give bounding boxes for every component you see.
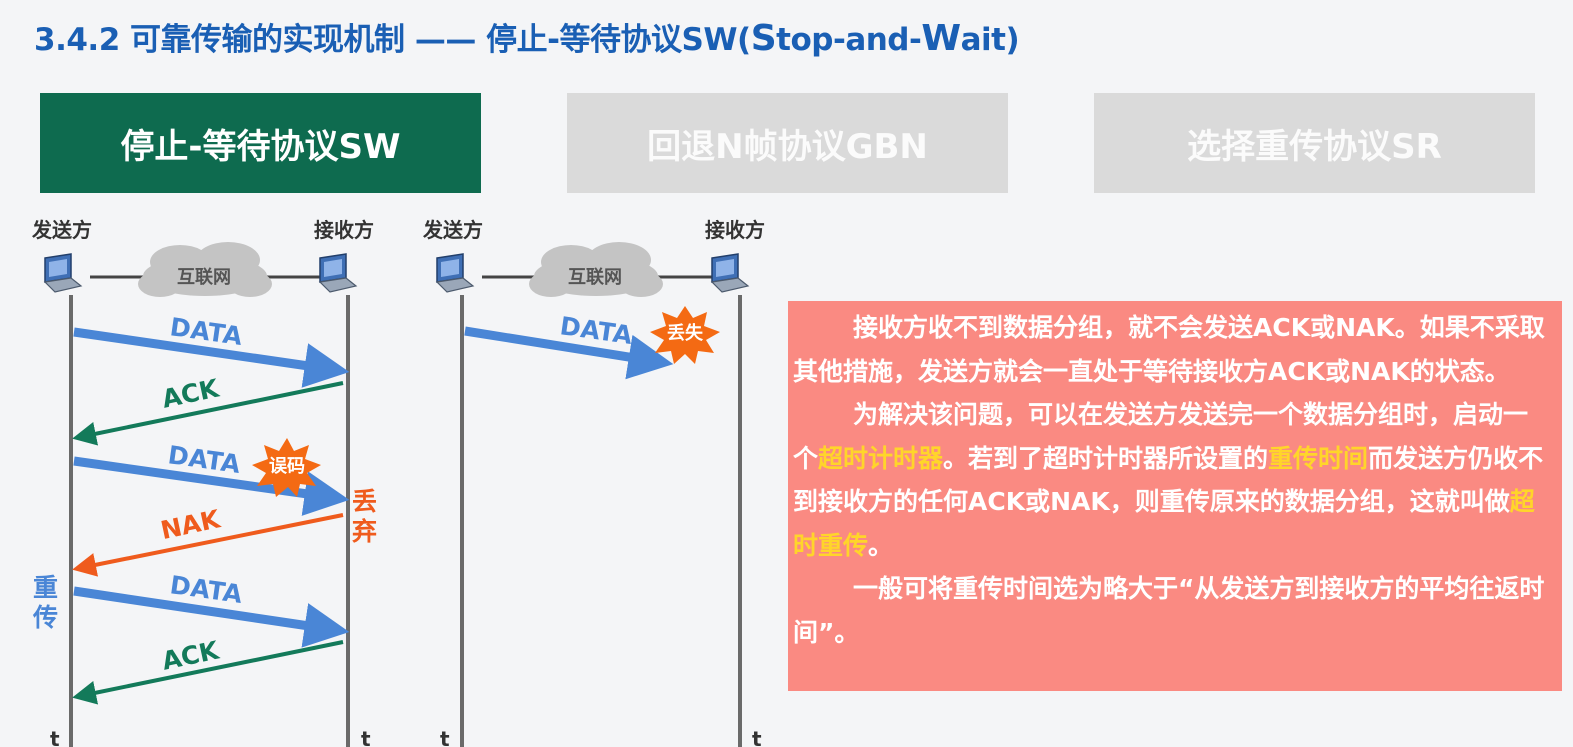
right-receiver-laptop-icon [711, 253, 749, 293]
resend-label-top: 重 [33, 573, 58, 602]
right-sender-label: 发送方 [422, 218, 483, 242]
tab-go-back-n[interactable]: 回退N帧协议GBN [567, 93, 1008, 193]
explanation-paragraph-3: 一般可将重传时间选为略大于“从发送方到接收方的平均往返时间”。 [793, 574, 1545, 647]
explanation-paragraph-2: 为解决该问题，可以在发送方发送完一个数据分组时，启动一个超时计时器。若到了超时计… [793, 400, 1544, 560]
resend-label-bottom: 传 [32, 603, 58, 632]
left-sender-time-axis: t [50, 727, 60, 747]
lost-badge-text: 丢失 [667, 322, 704, 344]
right-sender-time-axis: t [440, 727, 450, 747]
left-receiver-label: 接收方 [314, 218, 374, 242]
discard-label-bottom: 弃 [352, 517, 377, 546]
tab-stop-and-wait[interactable]: 停止-等待协议SW [40, 93, 481, 193]
error-badge-text: 误码 [269, 456, 305, 477]
protocol-diagram: 发送方 接收方 互联网 DATA ACK DATA 误码 丢 弃 NAK 重 传… [31, 218, 765, 747]
highlight-retransmit-time: 重传时间 [1268, 443, 1369, 473]
left-sender-label: 发送方 [31, 218, 92, 242]
right-receiver-time-axis: t [752, 727, 762, 747]
right-receiver-label: 接收方 [705, 218, 765, 242]
nak-label: NAK [158, 504, 224, 545]
page-title: 3.4.2 可靠传输的实现机制 —— 停止-等待协议SW(Stop-and-Wa… [34, 18, 1020, 59]
highlight-timeout-timer: 超时计时器 [818, 443, 944, 473]
left-receiver-laptop-icon [319, 253, 357, 293]
right-sender-laptop-icon [436, 253, 474, 293]
left-cloud-label: 互联网 [177, 267, 231, 288]
left-receiver-time-axis: t [361, 727, 371, 747]
explanation-panel: 接收方收不到数据分组，就不会发送ACK或NAK。如果不采取其他措施，发送方就会一… [788, 301, 1562, 691]
right-cloud-label: 互联网 [568, 267, 622, 288]
tab-selective-repeat[interactable]: 选择重传协议SR [1094, 93, 1535, 193]
left-sender-laptop-icon [44, 253, 82, 293]
discard-label-top: 丢 [352, 487, 377, 516]
explanation-paragraph-1: 接收方收不到数据分组，就不会发送ACK或NAK。如果不采取其他措施，发送方就会一… [793, 313, 1545, 386]
